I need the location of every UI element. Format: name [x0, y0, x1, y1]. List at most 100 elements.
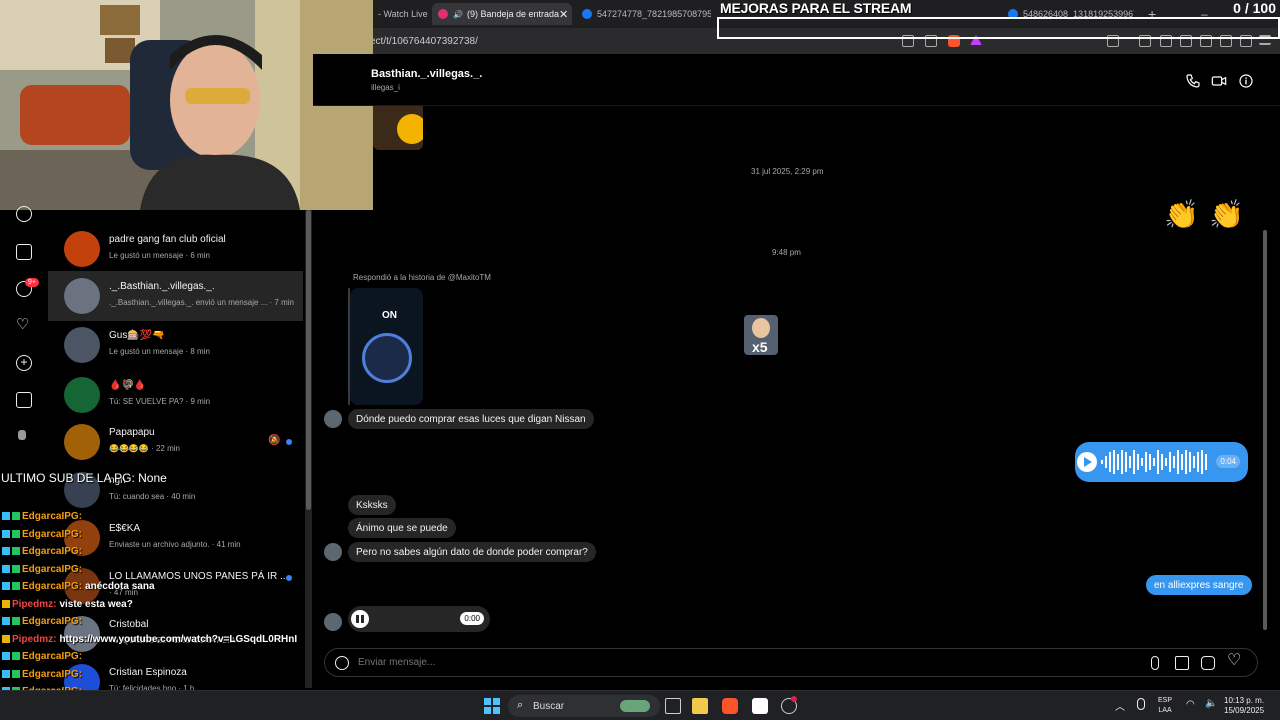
file-explorer-icon[interactable]	[692, 698, 708, 714]
info-icon[interactable]	[1238, 73, 1253, 88]
language-indicator[interactable]: ESP LAA	[1158, 696, 1172, 716]
tab-watch-live[interactable]: - Watch Live	[372, 3, 430, 25]
avatar	[64, 327, 100, 363]
threads-icon[interactable]	[18, 430, 26, 440]
heart-icon[interactable]: ♡	[1227, 653, 1241, 669]
avatar[interactable]	[324, 543, 342, 561]
facebook-icon	[582, 9, 592, 19]
sticker-icon[interactable]	[1201, 656, 1215, 670]
message-bubble[interactable]: Ánimo que se puede	[348, 518, 456, 538]
taskbar-search[interactable]: ⌕ Buscar	[508, 695, 660, 717]
message-input[interactable]	[358, 657, 958, 668]
chat-line: EdgarcaIPG:	[2, 651, 85, 662]
bmw-logo-icon	[362, 333, 412, 383]
microphone-tray-icon[interactable]	[1137, 698, 1145, 710]
windows-start-icon[interactable]	[484, 698, 500, 714]
language-code: ESP	[1158, 697, 1173, 704]
layout-code: LAA	[1158, 707, 1172, 714]
chat-username: Pipedmz:	[12, 598, 57, 610]
chat-line: Pipedmz: https://www.youtube.com/watch?v=…	[2, 634, 297, 645]
chat-line: Pipedmz: viste esta wea?	[2, 599, 133, 610]
avatar[interactable]	[324, 613, 342, 631]
thread-handle: illegas_i	[371, 83, 400, 92]
verified-badge-icon	[12, 547, 20, 556]
system-clock[interactable]: 10:13 p. m. 15/09/2025	[1224, 696, 1264, 716]
thread-name[interactable]: Basthian._.villegas._.	[371, 68, 482, 80]
notifications-icon[interactable]: ♡	[16, 317, 32, 334]
chat-line: EdgarcaIPG:	[2, 529, 85, 540]
emoji-icon[interactable]	[335, 656, 349, 670]
tab-label: (9) Bandeja de entrada	[466, 9, 560, 19]
chat-username: EdgarcaIPG:	[22, 528, 83, 540]
capcut-icon[interactable]	[752, 698, 768, 714]
wifi-icon[interactable]: ◠	[1186, 699, 1195, 710]
conversation-item[interactable]: Gus🎰💯🔫 Le gustó un mensaje · 8 min	[48, 320, 303, 370]
message-composer: ♡	[324, 648, 1258, 677]
show-hidden-icons-icon[interactable]: ︿	[1115, 698, 1125, 713]
dashboard-icon[interactable]	[16, 392, 32, 408]
my-message-bubble[interactable]: en alliexpres sangre	[1146, 575, 1252, 595]
explore-icon[interactable]	[16, 206, 32, 222]
sword-badge-icon	[2, 529, 10, 538]
thread-scrollbar[interactable]	[1262, 110, 1268, 640]
chat-message: anécdota sana	[85, 581, 155, 592]
voice-message[interactable]: 0:04	[1075, 442, 1248, 482]
conversation-item[interactable]: ._.Basthian._.villegas._. ._.Basthian._.v…	[48, 271, 303, 321]
chat-username: Pipedmz:	[12, 633, 57, 645]
stream-goal-title: MEJORAS PARA EL STREAM	[720, 0, 912, 16]
task-view-icon[interactable]	[665, 698, 681, 714]
scrollbar-thumb[interactable]	[306, 210, 311, 510]
sword-badge-icon	[2, 512, 10, 521]
avatar[interactable]	[324, 410, 342, 428]
video-call-icon[interactable]	[1211, 73, 1227, 87]
tab-instagram-inbox[interactable]: 🔊 (9) Bandeja de entrada ✕	[432, 3, 572, 25]
reels-icon[interactable]	[16, 244, 32, 260]
conversation-list-scrollbar[interactable]	[305, 210, 312, 688]
search-highlight-icon	[620, 700, 650, 712]
stream-goal-count: 0 / 100	[1233, 0, 1276, 16]
tab-facebook-1[interactable]: 547274778_782198570879541	[576, 3, 711, 25]
scrollbar-thumb[interactable]	[1263, 230, 1267, 630]
chat-username: EdgarcaIPG:	[22, 581, 83, 592]
url-text[interactable]: ect/t/106764407392738/	[370, 36, 478, 47]
audio-player[interactable]: 0:00	[348, 606, 490, 632]
brave-browser-icon[interactable]	[722, 698, 738, 714]
verified-badge-icon	[12, 512, 20, 521]
clock-time: 10:13 p. m.	[1224, 696, 1265, 705]
volume-icon[interactable]: 🔈	[1205, 698, 1217, 709]
conversation-preview: ._.Basthian._.villegas._. envió un mensa…	[109, 298, 294, 307]
conversation-item[interactable]: padre gang fan club oficial Le gustó un m…	[48, 224, 303, 274]
reaction-sticker[interactable]: x5	[744, 315, 778, 355]
tab-label: 547274778_782198570879541	[597, 9, 711, 19]
chat-line: EdgarcaIPG:	[2, 669, 85, 680]
muted-icon: 🔕	[268, 435, 281, 446]
chat-line: EdgarcaIPG:	[2, 511, 85, 522]
message-bubble[interactable]: Dónde puedo comprar esas luces que digan…	[348, 409, 594, 429]
create-icon[interactable]: +	[16, 355, 32, 371]
avatar	[64, 424, 100, 460]
pause-icon[interactable]	[351, 610, 369, 628]
shared-media-thumbnail[interactable]	[373, 106, 423, 150]
avatar	[64, 377, 100, 413]
message-bubble[interactable]: Ksksks	[348, 495, 396, 515]
microphone-icon[interactable]	[1151, 656, 1159, 670]
image-icon[interactable]	[1175, 656, 1189, 670]
windows-taskbar: ⌕ Buscar ︿ ESP LAA ◠ 🔈 10:13 p. m. 15/09…	[0, 690, 1280, 720]
last-sub-label: ULTIMO SUB DE LA PG: None	[1, 471, 167, 485]
story-preview[interactable]: ON	[350, 288, 423, 405]
stream-chat-overlay: ULTIMO SUB DE LA PG: None EdgarcaIPG: Edg…	[0, 468, 300, 715]
conversation-item[interactable]: Papapapu 😂😂😂😂 · 22 min 🔕	[48, 417, 303, 467]
message-bubble[interactable]: Pero no sabes algún dato de donde poder …	[348, 542, 596, 562]
conversation-name: padre gang fan club oficial	[109, 234, 226, 245]
verified-badge-icon	[12, 529, 20, 538]
play-icon[interactable]	[1077, 452, 1097, 472]
phone-call-icon[interactable]	[1185, 73, 1200, 88]
sword-badge-icon	[2, 582, 10, 591]
conversation-item[interactable]: 🩸🦃🩸 Tú: SE VUELVE PA? · 9 min	[48, 370, 303, 420]
story-text: ON	[382, 310, 397, 321]
stream-goal-bar	[717, 17, 1280, 39]
conversation-preview: 😂😂😂😂 · 22 min	[109, 444, 180, 453]
close-tab-icon[interactable]: ✕	[559, 8, 568, 21]
chat-line: EdgarcaIPG:	[2, 616, 85, 627]
story-reply-label: Respondió a la historia de @MaxitoTM	[353, 273, 491, 282]
